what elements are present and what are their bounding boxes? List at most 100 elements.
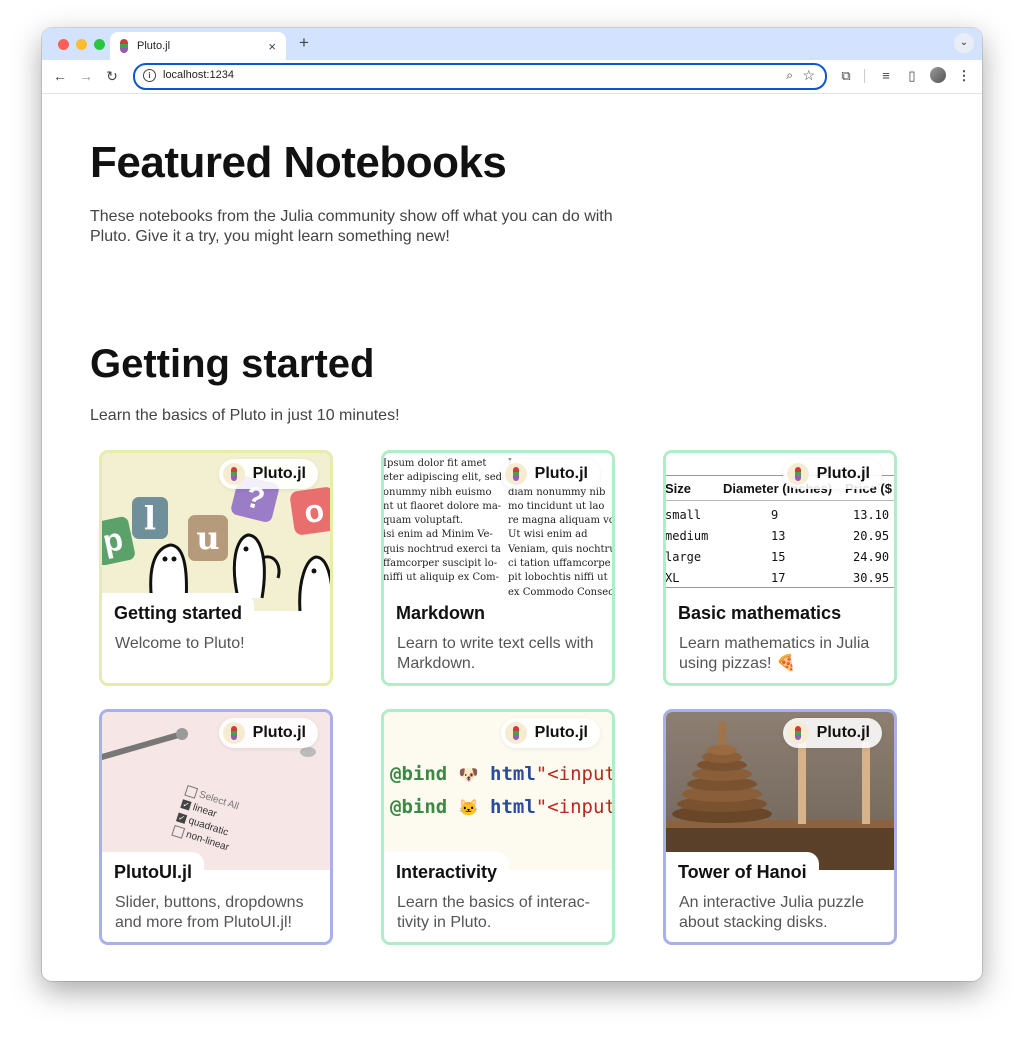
- badge-label: Pluto.jl: [534, 724, 588, 741]
- math-table-body: small 9 13.10 medium 13 20.95 large 15 24.90 X…: [666, 505, 889, 589]
- reload-icon[interactable]: ↻: [102, 66, 122, 86]
- code-line: @bind 🐶 html"<input: [390, 758, 612, 791]
- pluto-badge: Pluto.jl: [218, 459, 318, 489]
- pluto-logo-icon: [222, 463, 245, 485]
- zoom-icon[interactable]: ⌕: [786, 68, 793, 83]
- card-title[interactable]: Getting started: [114, 603, 242, 624]
- code-block: @bind 🐶 html"<input @bind 🐱 html"<input: [390, 758, 612, 824]
- table-cell: 17: [771, 571, 786, 585]
- table-row: XL 17 30.95: [666, 568, 889, 589]
- table-header-rule: [666, 500, 894, 501]
- browser-window: Pluto.jl × + ⌄ ← → ↻ i localhost:1234 ⌕ …: [42, 28, 982, 981]
- browser-toolbar: ← → ↻ i localhost:1234 ⌕ ☆ ⧉ ≡ ▯ ⋮: [42, 60, 982, 94]
- code-line: @bind 🐱 html"<input: [390, 791, 612, 824]
- table-cell: 13.10: [853, 508, 890, 522]
- table-cell: 24.90: [853, 550, 890, 564]
- media-control-icon[interactable]: ≡: [876, 66, 896, 86]
- markdown-line: re magna aliquam volu: [508, 515, 612, 527]
- table-cell: 30.95: [853, 571, 890, 585]
- markdown-line: mo tincidunt ut lao: [508, 500, 605, 512]
- checkbox-icon[interactable]: [184, 784, 199, 799]
- table-row: large 15 24.90: [666, 547, 889, 568]
- table-cell: medium: [666, 529, 709, 543]
- card-description: An interactive Julia puzzle about stacki…: [679, 894, 864, 931]
- page-lead: These notebooks from the Julia community…: [90, 208, 613, 245]
- checkbox-icon[interactable]: [171, 824, 186, 839]
- toolbar-divider: [864, 69, 865, 83]
- code-macro: @bind: [390, 796, 448, 818]
- table-cell: small: [666, 508, 702, 522]
- table-cell: 9: [771, 508, 779, 522]
- card-title[interactable]: Basic mathematics: [678, 603, 841, 624]
- markdown-line: quis nochtrud exerci ta-: [384, 543, 501, 555]
- table-row: small 9 13.10: [666, 505, 889, 526]
- code-string: "<input: [535, 796, 612, 818]
- tab-strip: Pluto.jl × + ⌄: [42, 28, 982, 60]
- table-cell: 15: [771, 550, 786, 564]
- notebook-card-basic-mathematics[interactable]: SizeDiameter (inches)Price ($ small913.1…: [663, 450, 897, 686]
- checkbox-checked-icon[interactable]: ✓: [175, 812, 188, 824]
- minimize-window-button[interactable]: [76, 39, 87, 50]
- tab-close-icon[interactable]: ×: [268, 39, 276, 54]
- section-title: Getting started: [90, 342, 375, 386]
- notebook-card-plutoui[interactable]: Select All ✓linear ✓quadratic non-linear…: [99, 709, 333, 945]
- markdown-line: ci tation uffamcorpe: [508, 558, 611, 570]
- notebook-card-interactivity[interactable]: @bind 🐶 html"<input @bind 🐱 html"<input …: [381, 709, 615, 945]
- extensions-icon[interactable]: ⧉: [836, 66, 856, 86]
- dog-emoji-icon: 🐶: [458, 765, 479, 784]
- markdown-text-column-left: Ipsum dolor fit amet eter adipiscing eli…: [384, 457, 501, 586]
- markdown-line: ffamcorper suscipit lo-: [384, 558, 498, 570]
- card-title-box: Tower of Hanoi: [666, 852, 819, 887]
- badge-label: Pluto.jl: [252, 724, 306, 741]
- notebook-card-tower-of-hanoi[interactable]: Pluto.jl Tower of Hanoi An interactive J…: [663, 709, 897, 945]
- card-description: Learn to write text cells with Markdown.: [397, 635, 594, 672]
- page-title: Featured Notebooks: [90, 138, 507, 187]
- more-menu-icon[interactable]: ⋮: [954, 66, 974, 86]
- address-bar[interactable]: i localhost:1234 ⌕ ☆: [133, 63, 827, 90]
- forward-icon[interactable]: →: [76, 66, 96, 86]
- card-description: Slider, buttons, dropdowns and more from…: [115, 894, 304, 931]
- back-icon[interactable]: ←: [50, 66, 70, 86]
- maximize-window-button[interactable]: [94, 39, 105, 50]
- card-title[interactable]: PlutoUI.jl: [114, 862, 192, 883]
- profile-avatar[interactable]: [930, 67, 946, 83]
- url-text[interactable]: localhost:1234: [163, 69, 234, 81]
- table-cell: 13: [771, 529, 786, 543]
- close-window-button[interactable]: [58, 39, 69, 50]
- table-bottom-rule: [666, 587, 894, 588]
- card-title-box: Getting started: [102, 593, 255, 628]
- pluto-logo-icon: [786, 722, 809, 744]
- browser-tab[interactable]: Pluto.jl ×: [110, 32, 286, 60]
- code-string: "<input: [535, 763, 612, 785]
- tab-title: Pluto.jl: [137, 40, 171, 52]
- tab-search-button[interactable]: ⌄: [954, 33, 974, 53]
- pluto-logo-icon: [222, 722, 245, 744]
- cat-emoji-icon: 🐱: [458, 798, 479, 817]
- badge-label: Pluto.jl: [252, 465, 306, 482]
- card-title[interactable]: Tower of Hanoi: [678, 862, 807, 883]
- markdown-line: ex Commodo Consec: [508, 586, 612, 598]
- markdown-line: Veniam, quis nochtru: [508, 543, 612, 555]
- new-tab-button[interactable]: +: [294, 33, 314, 53]
- pluto-logo-icon: [504, 722, 527, 744]
- card-title-box: Markdown: [384, 593, 498, 628]
- pluto-badge: Pluto.jl: [782, 459, 882, 489]
- badge-label: Pluto.jl: [534, 465, 588, 482]
- table-header-cell: Size: [666, 481, 692, 496]
- side-panel-icon[interactable]: ▯: [902, 66, 922, 86]
- code-function: html: [490, 796, 536, 818]
- card-description: Welcome to Pluto!: [115, 635, 245, 652]
- card-title[interactable]: Interactivity: [396, 862, 497, 883]
- table-cell: 20.95: [853, 529, 890, 543]
- section-subtitle: Learn the basics of Pluto in just 10 min…: [90, 407, 400, 424]
- checkbox-checked-icon[interactable]: ✓: [180, 799, 192, 811]
- notebook-card-getting-started[interactable]: p l u ? o Pluto.jl Getting started Welco…: [99, 450, 333, 686]
- card-title[interactable]: Markdown: [396, 603, 485, 624]
- code-function: html: [490, 763, 536, 785]
- card-title-box: Interactivity: [384, 852, 510, 887]
- bookmark-star-icon[interactable]: ☆: [802, 67, 815, 84]
- page-content: Featured Notebooks These notebooks from …: [42, 94, 982, 981]
- markdown-line: Ut wisi enim ad: [508, 529, 588, 541]
- site-info-icon[interactable]: i: [143, 69, 156, 82]
- notebook-card-markdown[interactable]: Ipsum dolor fit amet eter adipiscing eli…: [381, 450, 615, 686]
